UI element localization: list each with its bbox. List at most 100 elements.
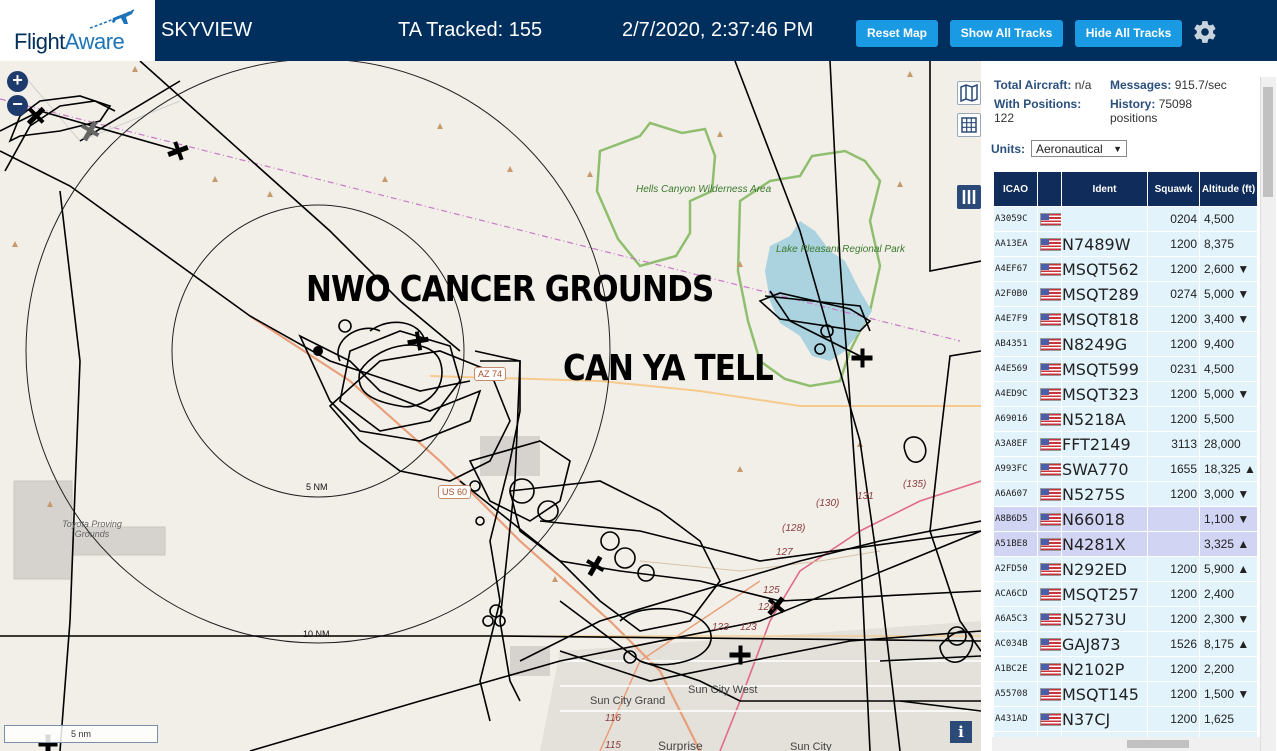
aircraft-icao: A8B6D5 bbox=[993, 506, 1038, 532]
aircraft-row[interactable]: AB4351 N8249G 1200 9,400 bbox=[993, 331, 1258, 357]
aircraft-squawk bbox=[1147, 506, 1200, 532]
table-horizontal-scroll-thumb[interactable] bbox=[1127, 740, 1189, 748]
aircraft-row[interactable]: A4E569 MSQT599 0231 4,500 bbox=[993, 356, 1258, 382]
us-flag-icon bbox=[1040, 388, 1061, 402]
aircraft-row[interactable]: A4ED9C MSQT323 1200 5,000 ▼ bbox=[993, 381, 1258, 407]
column-header-squawk[interactable]: Squawk bbox=[1147, 171, 1200, 207]
aircraft-row[interactable]: A3059C 0204 4,500 bbox=[993, 206, 1258, 232]
us-flag-icon bbox=[1037, 356, 1062, 382]
aircraft-squawk bbox=[1147, 531, 1200, 557]
aircraft-row[interactable]: A6A607 N5275S 1200 3,000 ▼ bbox=[993, 481, 1258, 507]
history-stat: History: 75098 positions bbox=[1110, 97, 1220, 125]
column-header-ident[interactable]: Ident bbox=[1061, 171, 1148, 207]
gear-icon[interactable] bbox=[1192, 19, 1218, 45]
aircraft-ident: SWA770 bbox=[1061, 456, 1148, 482]
label-range-5nm: 5 NM bbox=[306, 482, 328, 492]
aircraft-row[interactable]: A993FC SWA770 1655 18,325 ▲ bbox=[993, 456, 1258, 482]
aircraft-row[interactable]: A1BC2E N2102P 1200 2,200 bbox=[993, 656, 1258, 682]
zoom-out-button[interactable]: − bbox=[7, 95, 28, 116]
aircraft-markers bbox=[26, 106, 873, 751]
label-road-123: 123 bbox=[712, 622, 729, 633]
us-flag-icon bbox=[1040, 488, 1061, 502]
label-road-124: 124 bbox=[758, 602, 775, 613]
aircraft-altitude: 3,325 ▲ bbox=[1199, 531, 1258, 557]
aircraft-row[interactable]: A431AD N37CJ 1200 1,625 bbox=[993, 706, 1258, 732]
aircraft-squawk: 1526 bbox=[1147, 631, 1200, 657]
aircraft-row[interactable]: A2F0B0 MSQT289 0274 5,000 ▼ bbox=[993, 281, 1258, 307]
column-header-altitude[interactable]: Altitude (ft) bbox=[1199, 171, 1258, 207]
aircraft-table-body: A3059C 0204 4,500 AA13EA N7489W 1200 8,375 A4EF… bbox=[993, 206, 1258, 751]
table-horizontal-scrollbar[interactable] bbox=[992, 737, 1260, 751]
aircraft-squawk: 1200 bbox=[1147, 331, 1200, 357]
aircraft-row[interactable]: A55708 MSQT145 1200 1,500 ▼ bbox=[993, 681, 1258, 707]
aircraft-icao: A3A8EF bbox=[993, 431, 1038, 457]
aircraft-icao: A6A607 bbox=[993, 481, 1038, 507]
show-all-tracks-button[interactable]: Show All Tracks bbox=[950, 20, 1063, 47]
top-header-bar: FlightAware SKYVIEW TA Tracked: 155 2/7/… bbox=[0, 0, 1277, 61]
us-flag-icon bbox=[1037, 581, 1062, 607]
us-flag-icon bbox=[1037, 531, 1062, 557]
sidebar-scrollbar[interactable] bbox=[1260, 77, 1276, 751]
aircraft-row[interactable]: A2FD50 N292ED 1200 5,900 ▲ bbox=[993, 556, 1258, 582]
info-button[interactable]: i bbox=[950, 721, 972, 743]
map-base-layer bbox=[0, 61, 981, 751]
aircraft-row[interactable]: AC034B GAJ873 1526 8,175 ▲ bbox=[993, 631, 1258, 657]
aircraft-altitude: 1,500 ▼ bbox=[1199, 681, 1258, 707]
reset-map-button[interactable]: Reset Map bbox=[856, 20, 938, 47]
aircraft-row[interactable]: A4EF67 MSQT562 1200 2,600 ▼ bbox=[993, 256, 1258, 282]
aircraft-squawk: 1200 bbox=[1147, 406, 1200, 432]
us-flag-icon bbox=[1040, 538, 1061, 552]
logo-text-aware: Aware bbox=[64, 29, 125, 54]
column-header-flag[interactable] bbox=[1037, 171, 1062, 207]
aircraft-icao: ACA6CD bbox=[993, 581, 1038, 607]
aircraft-row[interactable]: A8B6D5 N66018 1,100 ▼ bbox=[993, 506, 1258, 532]
aircraft-squawk: 0274 bbox=[1147, 281, 1200, 307]
aircraft-sidebar: Total Aircraft: n/a Messages: 915.7/sec … bbox=[981, 61, 1277, 751]
us-flag-icon bbox=[1040, 563, 1061, 577]
units-select[interactable]: Aeronautical ▼ bbox=[1031, 140, 1127, 157]
aircraft-ident: MSQT145 bbox=[1061, 681, 1148, 707]
hide-all-tracks-button[interactable]: Hide All Tracks bbox=[1075, 20, 1182, 47]
us-flag-icon bbox=[1040, 213, 1061, 227]
aircraft-row[interactable]: AA13EA N7489W 1200 8,375 bbox=[993, 231, 1258, 257]
us-flag-icon bbox=[1037, 406, 1062, 432]
overlay-caption-2: CAN YA TELL bbox=[563, 348, 774, 389]
aircraft-row[interactable]: ACA6CD MSQT257 1200 2,400 bbox=[993, 581, 1258, 607]
aircraft-row[interactable]: A69016 N5218A 1200 5,500 bbox=[993, 406, 1258, 432]
map-grid-button[interactable] bbox=[957, 113, 981, 137]
aircraft-icao: A3059C bbox=[993, 206, 1038, 232]
aircraft-squawk: 0204 bbox=[1147, 206, 1200, 232]
zoom-in-button[interactable]: + bbox=[7, 71, 28, 92]
label-sun-city-grand: Sun City Grand bbox=[590, 695, 666, 707]
aircraft-squawk: 1200 bbox=[1147, 656, 1200, 682]
aircraft-altitude: 3,000 ▼ bbox=[1199, 481, 1258, 507]
us-flag-icon bbox=[1037, 206, 1062, 232]
aircraft-row[interactable]: A51BE8 N4281X 3,325 ▲ bbox=[993, 531, 1258, 557]
map-layers-button[interactable] bbox=[957, 81, 981, 105]
aircraft-icao: A69016 bbox=[993, 406, 1038, 432]
columns-icon bbox=[962, 190, 976, 204]
aircraft-row[interactable]: A3A8EF FFT2149 3113 28,000 bbox=[993, 431, 1258, 457]
toggle-sidebar-button[interactable] bbox=[957, 185, 981, 209]
aircraft-ident: N2102P bbox=[1061, 656, 1148, 682]
label-road-128: (128) bbox=[782, 523, 806, 534]
us-flag-icon bbox=[1037, 331, 1062, 357]
local-road bbox=[19, 70, 181, 142]
us-flag-icon bbox=[1037, 506, 1062, 532]
aircraft-altitude: 28,000 bbox=[1199, 431, 1258, 457]
sidebar-scroll-thumb[interactable] bbox=[1263, 87, 1273, 197]
us-flag-icon bbox=[1040, 713, 1061, 727]
column-header-icao[interactable]: ICAO bbox=[993, 171, 1038, 207]
aircraft-icao: A55708 bbox=[993, 681, 1038, 707]
aircraft-ident: FFT2149 bbox=[1061, 431, 1148, 457]
peak-markers bbox=[12, 66, 913, 582]
aircraft-altitude: 3,400 ▼ bbox=[1199, 306, 1258, 332]
map-view[interactable]: Hells Canyon Wilderness Area Lake Pleasa… bbox=[0, 61, 981, 751]
us-flag-icon bbox=[1037, 231, 1062, 257]
aircraft-row[interactable]: A6A5C3 N5273U 1200 2,300 ▼ bbox=[993, 606, 1258, 632]
aircraft-icao: A4E569 bbox=[993, 356, 1038, 382]
aircraft-ident: MSQT323 bbox=[1061, 381, 1148, 407]
aircraft-row[interactable]: A4E7F9 MSQT818 1200 3,400 ▼ bbox=[993, 306, 1258, 332]
flightaware-logo[interactable]: FlightAware bbox=[0, 0, 155, 61]
label-sun-city-west: Sun City West bbox=[688, 684, 758, 696]
